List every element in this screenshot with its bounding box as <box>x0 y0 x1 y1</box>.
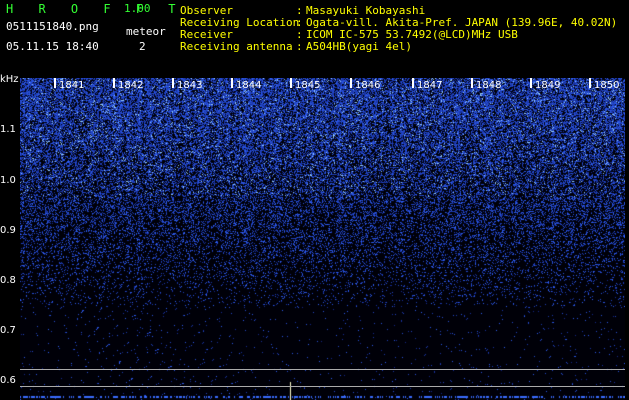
y-tick-1-1: 1.1 <box>0 124 16 135</box>
receiver-value: ICOM IC-575 53.7492(@LCD)MHz USB <box>306 28 518 41</box>
observer-label: Observer <box>180 4 233 17</box>
location-colon: : <box>296 16 303 29</box>
time-label-1850: 1850 <box>594 80 620 91</box>
time-label-1848: 1848 <box>476 80 502 91</box>
time-marker <box>54 78 56 88</box>
time-marker <box>412 78 414 88</box>
antenna-value: A504HB(yagi 4el) <box>306 40 412 53</box>
receiver-colon: : <box>296 28 303 41</box>
time-marker <box>471 78 473 88</box>
time-marker <box>172 78 174 88</box>
app-logo: H R O F F T <box>6 2 185 16</box>
meteor-count: 2 <box>139 40 146 53</box>
antenna-colon: : <box>296 40 303 53</box>
location-value: Ogata-vill. Akita-Pref. JAPAN (139.96E, … <box>306 16 618 29</box>
time-marker <box>530 78 532 88</box>
time-marker <box>231 78 233 88</box>
hroft-window: H R O F F T 1.00 0511151840.png 05.11.15… <box>0 0 629 400</box>
capture-datetime: 05.11.15 18:40 <box>6 40 99 53</box>
antenna-label: Receiving antenna <box>180 40 293 53</box>
time-marker <box>290 78 292 88</box>
time-label-1849: 1849 <box>535 80 561 91</box>
time-label-1842: 1842 <box>118 80 144 91</box>
meteor-label: meteor <box>126 25 166 38</box>
reference-line-upper <box>20 369 625 370</box>
observer-value: Masayuki Kobayashi <box>306 4 426 17</box>
time-marker <box>589 78 591 88</box>
time-label-1845: 1845 <box>295 80 321 91</box>
time-marker <box>113 78 115 88</box>
y-tick-0-8: 0.8 <box>0 275 16 286</box>
y-tick-0-9: 0.9 <box>0 225 16 236</box>
time-label-1843: 1843 <box>177 80 203 91</box>
time-marker <box>350 78 352 88</box>
y-tick-0-6: 0.6 <box>0 375 16 386</box>
spectrogram-canvas <box>20 78 625 400</box>
time-label-1846: 1846 <box>355 80 381 91</box>
time-label-1844: 1844 <box>236 80 262 91</box>
time-label-1841: 1841 <box>59 80 85 91</box>
location-label: Receiving Location <box>180 16 300 29</box>
file-name: 0511151840.png <box>6 20 99 33</box>
y-unit-label: kHz <box>0 74 19 85</box>
reference-line-lower <box>20 386 625 387</box>
y-tick-0-7: 0.7 <box>0 325 16 336</box>
time-label-1847: 1847 <box>417 80 443 91</box>
frequency-axis: kHz 1.1 1.0 0.9 0.8 0.7 0.6 <box>0 74 20 400</box>
receiver-label: Receiver <box>180 28 233 41</box>
observer-colon: : <box>296 4 303 17</box>
y-tick-1-0: 1.0 <box>0 175 16 186</box>
app-version: 1.00 <box>124 2 151 15</box>
